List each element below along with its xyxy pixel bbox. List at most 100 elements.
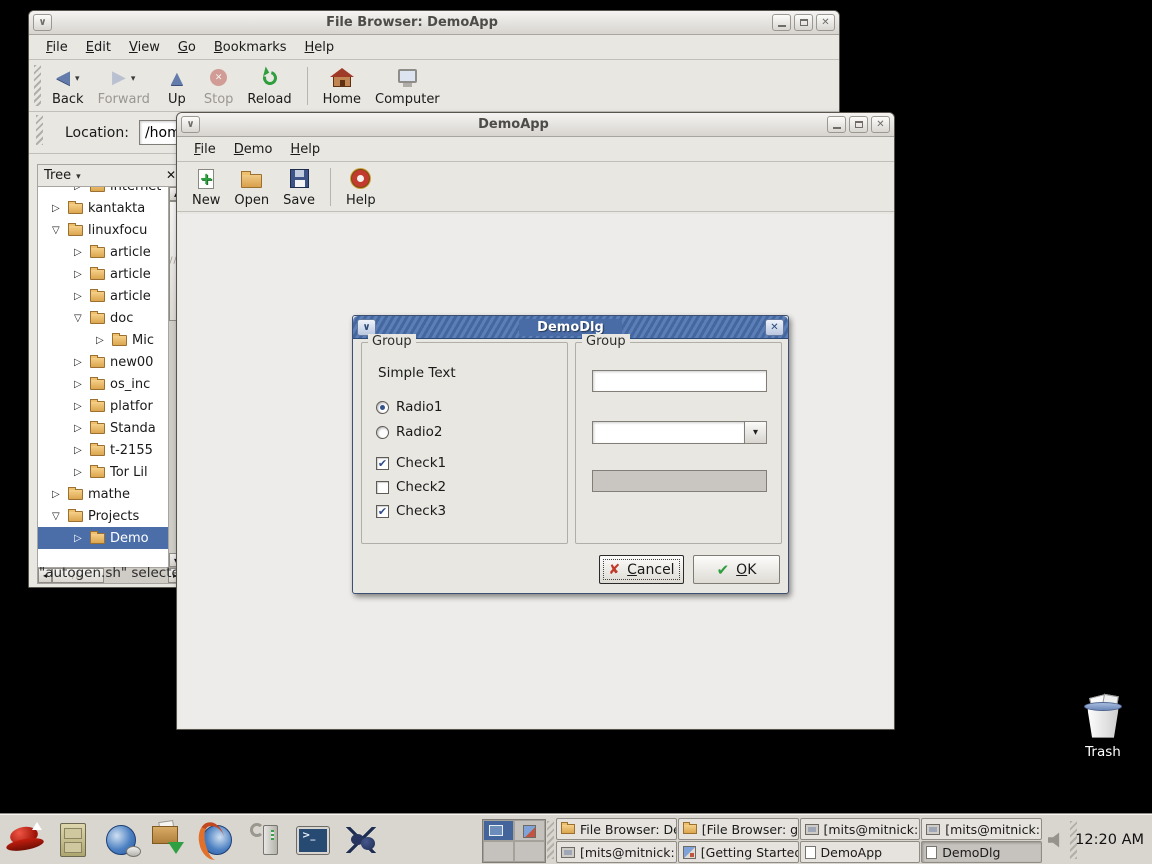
task-button[interactable]: [mits@mitnick:~ [921,818,1042,840]
menu-go[interactable]: Go [169,36,205,59]
tree-item[interactable]: Mic [38,329,168,351]
expander-icon[interactable] [74,467,85,478]
trash-desktop-icon[interactable]: Trash [1072,698,1134,760]
menu-view[interactable]: View [120,36,169,59]
combo-box[interactable] [592,421,767,444]
file-browser-titlebar[interactable]: File Browser: DemoApp [29,11,839,35]
checkbox-check1[interactable]: Check1 [376,455,446,471]
menu-edit[interactable]: Edit [77,36,120,59]
workspace-4[interactable] [514,841,545,862]
minimize-button[interactable] [827,116,846,133]
sidebar-header[interactable]: Tree [38,165,182,187]
task-button-active[interactable]: DemoDlg [921,841,1042,863]
checkbox-icon[interactable] [376,505,389,518]
radio-button-icon[interactable] [376,401,389,414]
minimize-button[interactable] [772,14,791,31]
tree-item[interactable]: doc [38,307,168,329]
expander-icon[interactable] [74,269,85,280]
menu-help[interactable]: Help [281,138,329,161]
volume-icon[interactable] [1048,831,1066,849]
expander-icon[interactable] [96,335,107,346]
home-button[interactable]: Home [316,62,368,110]
demoapp-titlebar[interactable]: DemoApp [177,113,894,137]
expander-icon[interactable] [74,423,85,434]
sidebar-dropdown-icon[interactable] [76,168,81,183]
combo-input[interactable] [592,421,745,444]
save-button[interactable]: Save [276,163,322,211]
window-menu-icon[interactable] [33,14,52,31]
tree-item[interactable]: article [38,285,168,307]
up-button[interactable]: Up [157,62,197,110]
launcher-modem[interactable] [244,819,286,861]
launcher-bug-tool[interactable] [340,819,382,861]
new-button[interactable]: New [185,163,227,211]
task-button[interactable]: [Getting Started [678,841,799,863]
location-bar-handle[interactable] [36,115,43,145]
maximize-button[interactable] [794,14,813,31]
expander-icon[interactable] [52,489,63,500]
maximize-button[interactable] [849,116,868,133]
cancel-button[interactable]: Cancel [599,555,684,584]
taskbar-handle[interactable] [547,821,554,859]
expander-icon[interactable] [74,445,85,456]
checkbox-icon[interactable] [376,481,389,494]
menu-help[interactable]: Help [296,36,344,59]
workspace-3[interactable] [483,841,514,862]
help-button[interactable]: Help [339,163,383,211]
tree-item[interactable]: kantakta [38,197,168,219]
taskbar-clock[interactable]: 12:20 AM [1075,815,1144,864]
tree-item-selected[interactable]: Demo [38,527,168,549]
launcher-package-manager[interactable] [148,819,190,861]
launcher-redhat-menu[interactable] [4,819,46,861]
checkbox-check3[interactable]: Check3 [376,503,446,519]
computer-button[interactable]: Computer [368,62,447,110]
tree-item[interactable]: Standa [38,417,168,439]
menu-demo[interactable]: Demo [225,138,282,161]
reload-button[interactable]: Reload [240,62,298,110]
launcher-web-browser-flame[interactable] [196,819,238,861]
launcher-file-cabinet[interactable] [52,819,94,861]
combo-dropdown-icon[interactable] [745,421,767,444]
forward-dropdown-icon[interactable] [131,70,136,85]
close-button[interactable] [871,116,890,133]
task-button[interactable]: [mits@mitnick:~ [556,841,677,863]
task-button[interactable]: DemoApp [800,841,921,863]
radio-radio1[interactable]: Radio1 [376,399,443,415]
demodlg-titlebar[interactable]: DemoDlg [353,316,788,339]
workspace-2[interactable] [514,820,545,841]
close-button[interactable] [765,319,784,336]
tree-item[interactable]: new00 [38,351,168,373]
forward-button[interactable]: Forward [91,62,157,110]
expander-icon[interactable] [74,291,85,302]
window-menu-icon[interactable] [181,116,200,133]
tree-item[interactable]: article [38,263,168,285]
back-button[interactable]: Back [45,62,91,110]
expander-icon[interactable] [74,379,85,390]
tree-item[interactable]: Tor Lil [38,461,168,483]
tree-item[interactable]: mathe [38,483,168,505]
menu-file[interactable]: File [37,36,77,59]
back-dropdown-icon[interactable] [75,70,80,85]
task-button[interactable]: [File Browser: gt [678,818,799,840]
window-menu-icon[interactable] [357,319,376,336]
menu-bookmarks[interactable]: Bookmarks [205,36,296,59]
tree-item[interactable]: internet [38,187,168,197]
expander-icon[interactable] [52,203,63,214]
workspace-1[interactable] [483,820,514,841]
stop-button[interactable]: Stop [197,62,241,110]
text-input[interactable] [592,370,767,392]
tree-item[interactable]: linuxfocu [38,219,168,241]
tree-item[interactable]: platfor [38,395,168,417]
expander-icon[interactable] [74,401,85,412]
expander-icon[interactable] [74,357,85,368]
checkbox-check2[interactable]: Check2 [376,479,446,495]
tree-item[interactable]: os_inc [38,373,168,395]
expander-icon[interactable] [52,511,63,522]
toolbar-handle[interactable] [34,65,41,106]
launcher-terminal[interactable] [292,819,334,861]
task-button[interactable]: File Browser: De [556,818,677,840]
menu-file[interactable]: File [185,138,225,161]
expander-icon[interactable] [52,225,63,236]
expander-icon[interactable] [74,533,85,544]
tree-item[interactable]: article [38,241,168,263]
